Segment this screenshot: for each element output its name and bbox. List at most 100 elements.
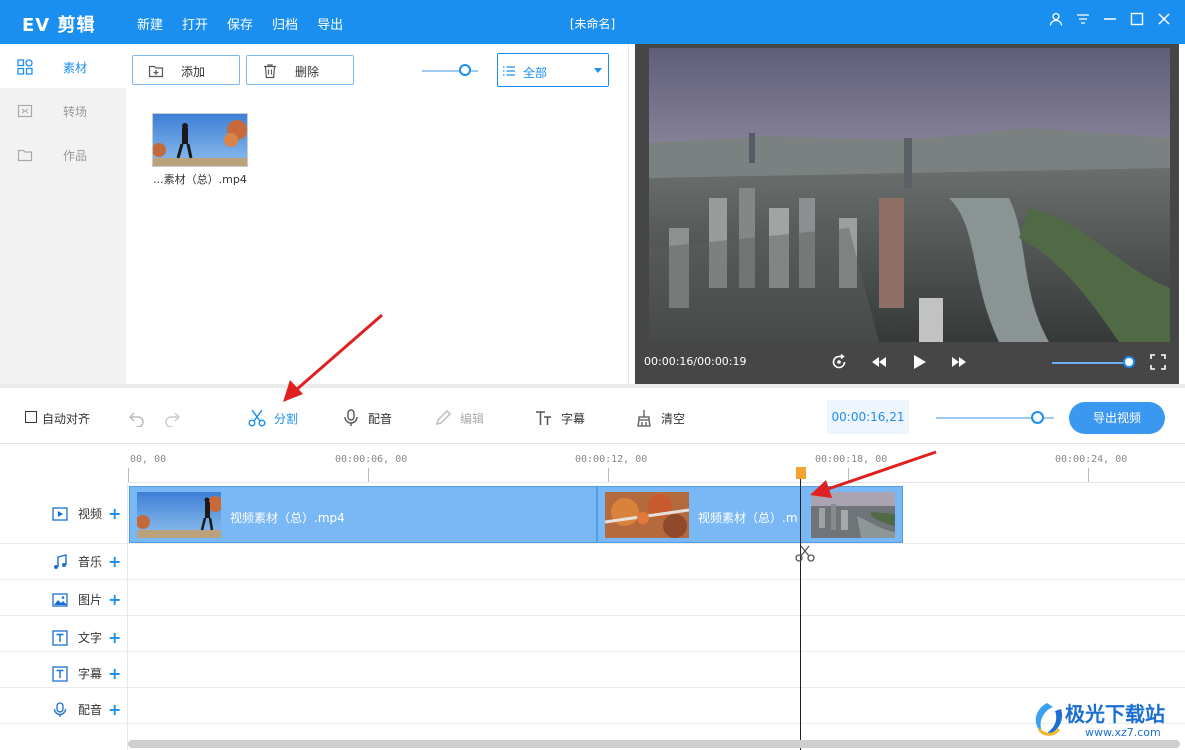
media-thumbnail[interactable]: [152, 113, 248, 167]
undo-button[interactable]: [128, 408, 146, 428]
close-icon[interactable]: [1157, 12, 1171, 26]
add-music-button[interactable]: +: [108, 553, 121, 569]
clip-thumbnail-image: [811, 492, 895, 538]
watermark-url: www.xz7.com: [1085, 726, 1161, 739]
undo-icon: [128, 412, 144, 427]
add-dub-button[interactable]: +: [108, 701, 121, 717]
add-video-button[interactable]: +: [108, 505, 121, 521]
video-icon: [52, 506, 68, 521]
add-text-button[interactable]: +: [108, 629, 121, 645]
media-filter-value: 全部: [523, 66, 548, 80]
delete-button-label: 删除: [295, 65, 320, 79]
track-label-music: 音乐 +: [52, 553, 121, 570]
music-icon: [54, 553, 67, 569]
caption-icon: [52, 665, 68, 682]
watermark-text: 极光下载站: [1065, 702, 1165, 726]
add-caption-button[interactable]: +: [108, 665, 121, 681]
sidebar: 素材 转场 作品: [0, 44, 126, 384]
track-dub: [0, 688, 1185, 724]
media-thumbnail-image: [153, 114, 247, 166]
ruler-tick: [1088, 468, 1089, 482]
sidebar-item-label: 素材: [63, 61, 88, 75]
playhead-marker[interactable]: [796, 467, 806, 479]
ruler-tick: [848, 468, 849, 482]
playhead[interactable]: [800, 475, 801, 750]
export-video-button[interactable]: 导出视频: [1069, 402, 1165, 434]
media-item-name: ...素材（总）.mp4: [153, 173, 247, 186]
add-image-button[interactable]: +: [108, 591, 121, 607]
ruler-label: 00, 00: [130, 454, 167, 465]
pencil-icon: [436, 410, 451, 425]
ruler-tick: [608, 468, 609, 482]
track-image: [0, 580, 1185, 616]
timeline-zoom-slider-handle[interactable]: [1031, 411, 1044, 424]
dub-button[interactable]: 配音: [342, 408, 392, 428]
chevron-down-icon: [594, 68, 602, 73]
rewind-icon[interactable]: [870, 353, 888, 371]
microphone-icon: [344, 409, 358, 426]
dub-label: 配音: [368, 411, 393, 426]
edit-button[interactable]: 编辑: [434, 408, 484, 428]
split-button[interactable]: 分割: [248, 408, 298, 428]
ruler-label: 00:00:18, 00: [815, 454, 888, 465]
split-label: 分割: [274, 411, 299, 426]
aurora-logo-icon: [1035, 703, 1063, 736]
player-controls: 00:00:16/00:00:19: [635, 342, 1179, 384]
track-label-text: 音乐: [78, 555, 103, 569]
current-timecode: 00:00:16,21: [827, 400, 909, 434]
volume-slider-handle[interactable]: [1123, 356, 1135, 368]
trash-icon: [264, 64, 276, 79]
play-icon[interactable]: [910, 353, 928, 371]
maximize-icon[interactable]: [1130, 12, 1144, 26]
video-clip[interactable]: 视频素材（总）.m: [597, 486, 903, 543]
sidebar-item-works[interactable]: 作品: [0, 132, 126, 176]
microphone-icon: [53, 701, 67, 717]
auto-align-checkbox[interactable]: [25, 411, 37, 423]
grid-icon: [17, 59, 33, 75]
sidebar-item-transitions[interactable]: 转场: [0, 88, 126, 132]
clip-thumbnail-image: [137, 492, 221, 538]
add-button-label: 添加: [181, 65, 206, 79]
clip-name: 视频素材（总）.mp4: [230, 511, 345, 525]
media-filter-select[interactable]: 全部: [497, 53, 609, 87]
add-file-icon: [148, 65, 164, 78]
replay-icon[interactable]: [830, 353, 848, 371]
volume-slider[interactable]: [1052, 362, 1128, 364]
fast-forward-icon[interactable]: [950, 353, 968, 371]
track-label-dub: 配音 +: [52, 701, 121, 718]
ruler-label: 00:00:06, 00: [335, 454, 408, 465]
delete-button[interactable]: 删除: [246, 55, 354, 85]
fullscreen-icon[interactable]: [1149, 353, 1167, 371]
track-music: [0, 544, 1185, 580]
scissors-icon: [248, 409, 266, 427]
folder-icon: [17, 149, 33, 162]
track-text: [0, 616, 1185, 652]
title-bar: EV 剪辑 新建 打开 保存 归档 导出 [未命名]: [0, 0, 1185, 44]
image-icon: [52, 592, 68, 607]
window-controls: [1049, 12, 1171, 26]
time-ruler[interactable]: 00, 00 00:00:06, 00 00:00:12, 00 00:00:1…: [128, 445, 1185, 483]
city-aerial-image: [649, 48, 1170, 342]
minimize-icon[interactable]: [1103, 12, 1117, 26]
ruler-tick: [368, 468, 369, 482]
redo-icon: [165, 412, 181, 427]
transition-icon: [17, 104, 33, 118]
redo-button[interactable]: [163, 408, 181, 428]
track-caption: [0, 652, 1185, 688]
sidebar-item-materials[interactable]: 素材: [0, 44, 126, 88]
track-label-text: 图片: [78, 593, 103, 607]
track-label-text: 文字 +: [52, 629, 121, 646]
menu-dropdown-icon[interactable]: [1076, 12, 1090, 26]
text-size-icon: [536, 411, 551, 425]
user-icon[interactable]: [1049, 12, 1063, 26]
broom-icon: [637, 410, 651, 427]
caption-button[interactable]: 字幕: [535, 408, 585, 428]
preview-player: 00:00:16/00:00:19: [635, 44, 1179, 384]
thumbnail-size-slider-handle[interactable]: [459, 64, 471, 76]
video-frame: [649, 48, 1170, 342]
scissors-icon: [795, 545, 815, 562]
clear-button[interactable]: 清空: [635, 408, 685, 428]
caption-label: 字幕: [561, 411, 586, 426]
add-button[interactable]: 添加: [132, 55, 240, 85]
video-clip[interactable]: 视频素材（总）.mp4: [129, 486, 597, 543]
